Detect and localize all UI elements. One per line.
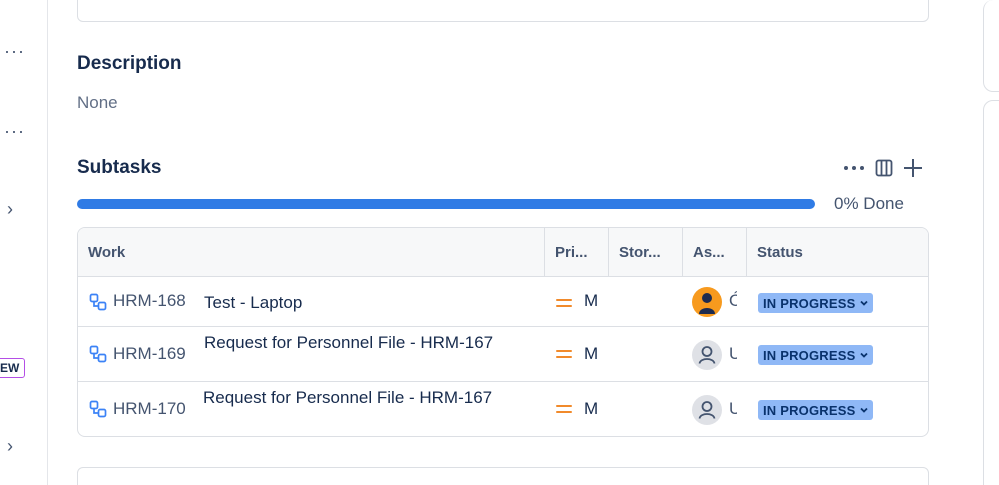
new-badge: EW [0, 358, 26, 378]
chevron-down-icon [859, 352, 868, 358]
column-header-priority[interactable]: Pri... [545, 228, 609, 277]
table-header: Work Pri... Stor... As... Status [78, 228, 928, 277]
subtasks-actions [843, 155, 923, 181]
description-value[interactable]: None [77, 93, 118, 113]
status-badge[interactable]: IN PROGRESS [758, 293, 873, 313]
priority-value[interactable]: M [584, 291, 598, 311]
user-avatar-icon[interactable] [692, 340, 722, 370]
status-badge[interactable]: IN PROGRESS [758, 400, 873, 420]
column-header-status[interactable]: Status [747, 228, 928, 277]
progress-label: 0% Done [834, 194, 904, 213]
column-header-work[interactable]: Work [78, 228, 545, 277]
previous-section-card [77, 0, 929, 22]
subtask-icon [89, 293, 107, 311]
priority-medium-icon [556, 299, 572, 307]
table-row[interactable]: HRM-170 Request for Personnel File - HRM… [78, 382, 928, 436]
avatar[interactable] [692, 287, 722, 317]
subtask-icon [89, 345, 107, 363]
work-item-summary[interactable]: Request for Personnel File - HRM-167 [203, 386, 503, 409]
chevron-down-icon [859, 407, 868, 413]
more-icon[interactable]: ··· [4, 42, 25, 60]
more-icon[interactable] [843, 165, 865, 171]
assignee-name[interactable]: U [729, 344, 737, 364]
user-avatar-icon[interactable] [692, 395, 722, 425]
chevron-right-icon[interactable]: › [7, 436, 13, 457]
status-label: IN PROGRESS [763, 402, 856, 418]
table-row[interactable]: HRM-169 Request for Personnel File - HRM… [78, 327, 928, 382]
more-icon[interactable]: ··· [4, 122, 25, 140]
subtasks-title: Subtasks [77, 157, 162, 178]
status-label: IN PROGRESS [763, 347, 856, 363]
right-card [983, 100, 999, 485]
assignee-name[interactable]: U [729, 399, 737, 419]
status-badge[interactable]: IN PROGRESS [758, 345, 873, 365]
subtasks-progress-bar [77, 199, 815, 209]
right-panel-edge [981, 0, 999, 485]
left-sidebar: ··· ··· › EW › [0, 0, 48, 485]
priority-value[interactable]: M [584, 399, 598, 419]
work-item-summary[interactable]: Test - Laptop [204, 291, 504, 314]
work-item-key[interactable]: HRM-170 [113, 399, 186, 419]
priority-value[interactable]: M [584, 344, 598, 364]
status-label: IN PROGRESS [763, 295, 856, 311]
priority-medium-icon [556, 350, 572, 358]
table-row[interactable]: HRM-168 Test - Laptop M Ó IN PROGRESS [78, 277, 928, 327]
next-section-card [77, 467, 929, 485]
work-item-key[interactable]: HRM-168 [113, 291, 186, 311]
chevron-down-icon [859, 300, 868, 306]
columns-icon[interactable] [875, 159, 893, 177]
description-title: Description [77, 53, 182, 74]
assignee-name[interactable]: Ó [729, 291, 737, 311]
column-header-assignee[interactable]: As... [683, 228, 747, 277]
plus-icon[interactable] [903, 158, 923, 178]
chevron-right-icon[interactable]: › [7, 199, 13, 220]
work-item-key[interactable]: HRM-169 [113, 344, 186, 364]
column-header-story-points[interactable]: Stor... [609, 228, 683, 277]
priority-medium-icon [556, 405, 572, 413]
subtasks-table: Work Pri... Stor... As... Status HRM-168… [77, 227, 929, 437]
subtask-icon [89, 400, 107, 418]
work-item-summary[interactable]: Request for Personnel File - HRM-167 [204, 331, 504, 354]
right-card [983, 0, 999, 92]
